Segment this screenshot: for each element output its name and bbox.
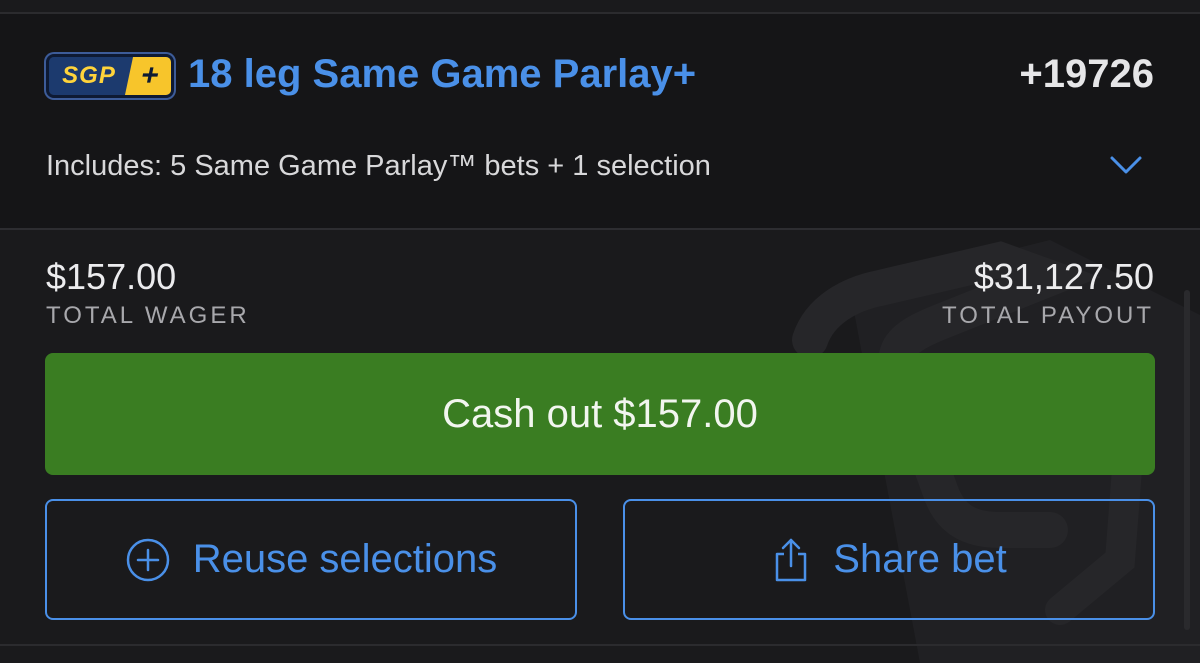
badge-plus: +	[124, 57, 171, 95]
scrollbar[interactable]	[1184, 290, 1190, 630]
bet-includes-summary: Includes: 5 Same Game Parlay™ bets + 1 s…	[46, 150, 711, 182]
badge-text: SGP	[49, 57, 129, 95]
bet-odds: +19726	[1019, 52, 1154, 96]
section-divider	[0, 228, 1200, 230]
bet-header[interactable]	[0, 14, 1200, 228]
reuse-selections-label: Reuse selections	[192, 537, 498, 581]
cash-out-button[interactable]: Cash out $157.00	[45, 353, 1155, 475]
chevron-down-icon[interactable]	[1108, 150, 1144, 182]
bet-title[interactable]: 18 leg Same Game Parlay+	[188, 52, 696, 97]
sgp-plus-badge: SGP +	[46, 54, 174, 98]
share-icon	[776, 538, 807, 581]
share-bet-button[interactable]: Share bet	[623, 499, 1155, 620]
plus-circle-icon	[126, 538, 169, 581]
bet-card: SGP + 18 leg Same Game Parlay+ +19726 In…	[0, 0, 1200, 663]
total-wager-amount: $157.00	[46, 256, 177, 297]
reuse-selections-button[interactable]: Reuse selections	[45, 499, 577, 620]
total-payout-label: TOTAL PAYOUT	[941, 302, 1154, 329]
total-payout-amount: $31,127.50	[973, 256, 1154, 297]
total-wager-label: TOTAL WAGER	[46, 302, 250, 329]
bottom-divider	[0, 644, 1200, 646]
share-bet-label: Share bet	[833, 537, 1007, 581]
